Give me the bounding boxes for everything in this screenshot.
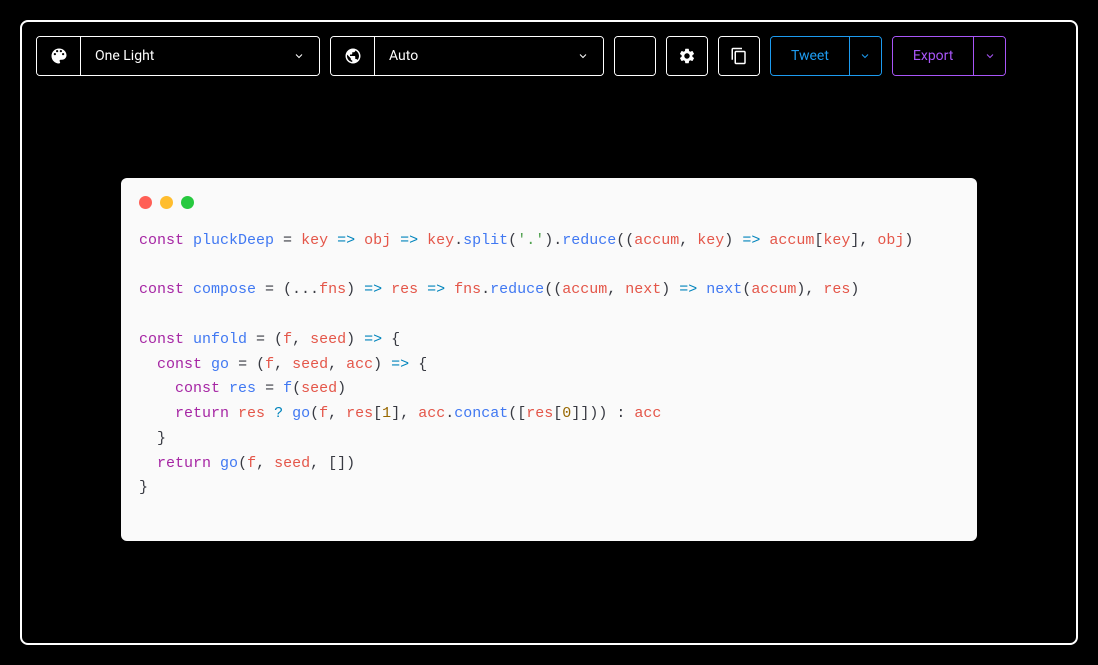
theme-select-label: One Light: [95, 48, 154, 64]
copy-button[interactable]: [719, 37, 759, 75]
settings-button[interactable]: [667, 37, 707, 75]
language-group: Auto: [330, 36, 604, 76]
tweet-group: Tweet: [770, 36, 882, 76]
maximize-dot: [181, 196, 194, 209]
stage: const pluckDeep = key => obj => key.spli…: [36, 90, 1062, 629]
color-picker-button-group: [614, 36, 656, 76]
export-group: Export: [892, 36, 1006, 76]
theme-select[interactable]: One Light: [81, 37, 319, 75]
minimize-dot: [160, 196, 173, 209]
palette-icon-button[interactable]: [37, 37, 81, 75]
export-label: Export: [913, 48, 953, 64]
export-dropdown[interactable]: [973, 37, 1005, 75]
tweet-button[interactable]: Tweet: [771, 37, 849, 75]
copy-icon: [730, 47, 748, 65]
copy-button-group: [718, 36, 760, 76]
palette-icon: [50, 47, 68, 65]
code-editor[interactable]: const pluckDeep = key => obj => key.spli…: [139, 229, 959, 501]
toolbar: One Light Auto: [36, 36, 1062, 76]
theme-group: One Light: [36, 36, 320, 76]
tweet-label: Tweet: [791, 48, 829, 64]
gear-icon: [678, 47, 696, 65]
tweet-dropdown[interactable]: [849, 37, 881, 75]
chevron-down-icon: [859, 50, 871, 62]
export-button[interactable]: Export: [893, 37, 973, 75]
code-window: const pluckDeep = key => obj => key.spli…: [121, 178, 977, 541]
window-controls: [139, 196, 959, 209]
chevron-down-icon: [577, 50, 589, 62]
globe-icon-button[interactable]: [331, 37, 375, 75]
language-select[interactable]: Auto: [375, 37, 603, 75]
globe-icon: [344, 47, 362, 65]
close-dot: [139, 196, 152, 209]
background-color-button[interactable]: [615, 37, 655, 75]
chevron-down-icon: [984, 50, 996, 62]
settings-button-group: [666, 36, 708, 76]
app-panel: One Light Auto: [20, 20, 1078, 645]
chevron-down-icon: [293, 50, 305, 62]
canvas[interactable]: const pluckDeep = key => obj => key.spli…: [47, 122, 1051, 597]
language-select-label: Auto: [389, 48, 418, 64]
